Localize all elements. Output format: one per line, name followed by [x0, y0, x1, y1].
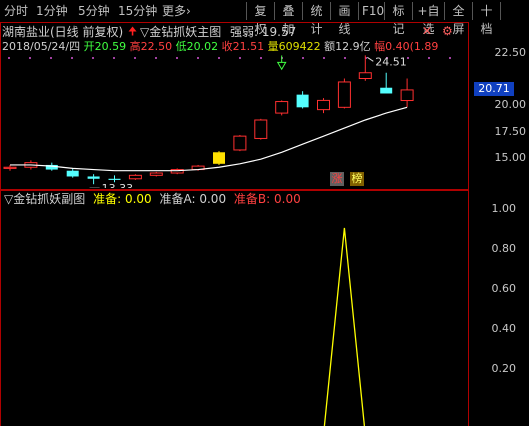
sub-panel-frame [0, 190, 469, 426]
sub-ytick-2: 0.80 [491, 242, 517, 255]
tab-more[interactable]: 更多› [162, 3, 191, 19]
more-chevron-icon: › [186, 4, 191, 18]
tab-15min[interactable]: 15分钟 [118, 3, 157, 19]
add-favorite-button[interactable]: +自选 [412, 2, 444, 36]
level10-button[interactable]: 十档 [472, 2, 500, 36]
main-ytick-1: 22.50 [494, 46, 527, 59]
toolbar-edge [500, 2, 501, 20]
sub-ytick-3: 0.60 [491, 282, 517, 295]
fuquan-button[interactable]: 复权 [246, 2, 274, 36]
mark-button[interactable]: 标记 [384, 2, 412, 36]
fullscreen-button[interactable]: 全屏 [444, 2, 472, 36]
sub-ytick-4: 0.40 [491, 322, 517, 335]
close-price-tag: 20.71 [474, 82, 514, 96]
overlay-button[interactable]: 叠加 [274, 2, 302, 36]
stats-button[interactable]: 统计 [302, 2, 330, 36]
tab-5min[interactable]: 5分钟 [78, 3, 110, 19]
tab-1min[interactable]: 1分钟 [36, 3, 68, 19]
main-ytick-2: 20.00 [494, 98, 527, 111]
tab-fenshi[interactable]: 分时 [4, 3, 28, 19]
main-panel-frame [0, 22, 469, 190]
period-toolbar: 分时 1分钟 5分钟 15分钟 更多› 复权 叠加 统计 画线 F10 标记 +… [0, 0, 529, 36]
right-axis-divider [468, 22, 469, 426]
sub-ytick-5: 0.20 [491, 362, 517, 375]
main-ytick-4: 15.00 [494, 151, 527, 164]
f10-button[interactable]: F10 [358, 2, 384, 20]
sub-ytick-1: 1.00 [491, 202, 517, 215]
draw-line-button[interactable]: 画线 [330, 2, 358, 36]
main-ytick-3: 17.50 [494, 125, 527, 138]
